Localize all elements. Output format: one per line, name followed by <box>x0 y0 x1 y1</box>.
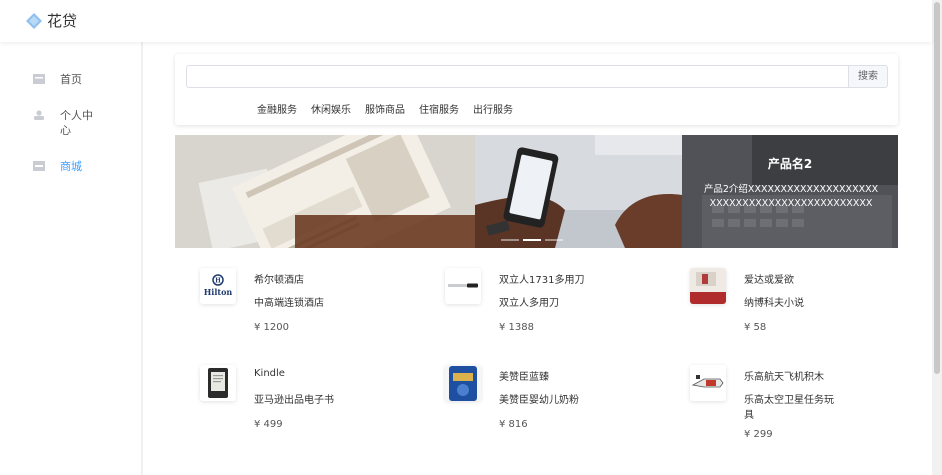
svg-text:Hilton: Hilton <box>204 287 233 297</box>
product-name: 美赞臣蓝臻 <box>499 372 549 383</box>
home-icon <box>33 74 45 84</box>
search-input[interactable] <box>186 65 849 88</box>
carousel-dot[interactable] <box>501 239 519 241</box>
newspaper-image <box>175 135 475 248</box>
product-card[interactable]: 美赞臣蓝臻 美赞臣婴幼儿奶粉 ¥ 816 <box>445 365 655 455</box>
product-desc: 中高端连锁酒店 <box>254 298 324 309</box>
banner-carousel[interactable]: 产品名2 产品2介绍XXXXXXXXXXXXXXXXXXXXXXXXXXXXXX… <box>175 135 898 248</box>
carousel-indicators <box>501 239 567 241</box>
lego-shuttle-icon <box>690 365 726 401</box>
carousel-dot-active[interactable] <box>523 239 541 241</box>
category-lodging[interactable]: 住宿服务 <box>419 101 459 116</box>
sidebar-item-label: 首页 <box>60 73 82 86</box>
carousel-dot[interactable] <box>545 239 563 241</box>
product-name: 希尔顿酒店 <box>254 275 304 286</box>
product-price: ¥ 499 <box>254 419 283 430</box>
product-card[interactable]: 爱达或爱欲 纳博科夫小说 ¥ 58 <box>690 268 900 358</box>
svg-text:H: H <box>215 278 221 285</box>
sidebar: 首页 个人中心 商城 <box>0 42 143 475</box>
top-header: 花贷 <box>0 0 932 42</box>
product-desc: 双立人多用刀 <box>499 298 559 309</box>
milk-powder-icon <box>445 365 481 401</box>
product-name: 爱达或爱欲 <box>744 275 794 286</box>
product-desc: 纳博科夫小说 <box>744 298 804 309</box>
sidebar-item-label: 商城 <box>60 160 82 173</box>
sidebar-item-label: 个人中心 <box>60 109 93 137</box>
product-price: ¥ 1388 <box>499 322 534 333</box>
category-links: 金融服务 休闲娱乐 服饰商品 住宿服务 出行服务 <box>257 101 527 116</box>
search-card: 搜索 金融服务 休闲娱乐 服饰商品 住宿服务 出行服务 <box>175 54 898 125</box>
product-desc: 美赞臣婴幼儿奶粉 <box>499 395 579 406</box>
banner-description: 产品2介绍XXXXXXXXXXXXXXXXXXXXXXXXXXXXXXXXXXX… <box>703 184 879 209</box>
category-leisure[interactable]: 休闲娱乐 <box>311 101 351 116</box>
product-card[interactable]: 双立人1731多用刀 双立人多用刀 ¥ 1388 <box>445 268 655 358</box>
app-title[interactable]: 花贷 <box>47 10 77 31</box>
banner-title: 产品名2 <box>767 157 813 171</box>
product-price: ¥ 299 <box>744 429 773 440</box>
shop-icon <box>33 161 45 171</box>
product-name: Kindle <box>254 368 285 379</box>
product-card[interactable]: Kindle 亚马逊出品电子书 ¥ 499 <box>200 365 410 455</box>
category-finance[interactable]: 金融服务 <box>257 101 297 116</box>
product-name: 乐高航天飞机积木 <box>744 372 824 383</box>
product-price: ¥ 816 <box>499 419 528 430</box>
sidebar-item-profile[interactable]: 个人中心 <box>33 108 100 138</box>
sidebar-item-home[interactable]: 首页 <box>33 72 100 87</box>
book-icon <box>690 268 726 304</box>
search-button[interactable]: 搜索 <box>849 65 888 88</box>
product-card[interactable]: 乐高航天飞机积木 乐高太空卫星任务玩具 ¥ 299 <box>690 365 900 455</box>
product-desc: 乐高太空卫星任务玩具 <box>744 395 834 421</box>
logo-diamond-icon[interactable] <box>24 11 44 31</box>
knife-icon <box>445 268 481 304</box>
user-icon <box>34 110 44 120</box>
category-travel[interactable]: 出行服务 <box>473 101 513 116</box>
scrollbar-thumb[interactable] <box>934 2 940 374</box>
phone-hands-image <box>475 135 682 248</box>
category-apparel[interactable]: 服饰商品 <box>365 101 405 116</box>
product-price: ¥ 1200 <box>254 322 289 333</box>
product-desc: 亚马逊出品电子书 <box>254 395 334 406</box>
page-scrollbar[interactable] <box>932 0 942 475</box>
sidebar-item-shop[interactable]: 商城 <box>33 159 100 174</box>
kindle-icon <box>200 365 236 401</box>
product-card[interactable]: H Hilton 希尔顿酒店 中高端连锁酒店 ¥ 1200 <box>200 268 410 358</box>
hilton-logo-icon: H Hilton <box>200 268 236 304</box>
product-price: ¥ 58 <box>744 322 767 333</box>
product-name: 双立人1731多用刀 <box>499 275 585 286</box>
